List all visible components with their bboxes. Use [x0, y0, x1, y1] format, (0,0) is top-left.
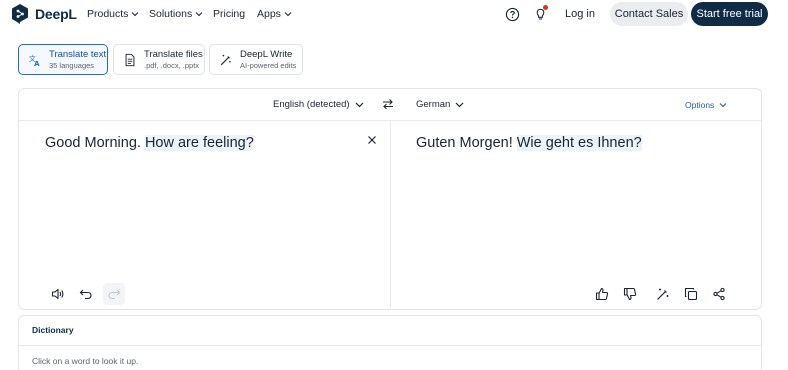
target-text-output[interactable]: Guten Morgen! Wie geht es Ihnen? — [416, 135, 642, 151]
redo-button[interactable] — [103, 283, 125, 305]
dictionary-title: Dictionary — [32, 325, 74, 335]
tab-deepl-write[interactable]: DeepL Write AI-powered edits — [209, 44, 303, 75]
nav-solutions-label: Solutions — [149, 8, 193, 20]
login-link[interactable]: Log in — [565, 8, 595, 20]
target-language-select[interactable]: German — [416, 99, 464, 110]
like-button[interactable] — [591, 283, 613, 305]
target-language-label: German — [416, 99, 451, 110]
chevron-down-icon — [355, 102, 364, 108]
share-button[interactable] — [708, 283, 730, 305]
tab-translate-files[interactable]: Translate files .pdf, .docx, .pptx — [113, 44, 205, 75]
nav-products[interactable]: Products — [87, 8, 139, 20]
options-button[interactable]: Options — [685, 100, 727, 110]
tips-button[interactable] — [532, 5, 548, 22]
dictionary-divider — [19, 345, 761, 346]
translator-panel: English (detected) German Options Good M… — [18, 88, 762, 310]
chevron-down-icon — [719, 103, 727, 108]
source-text-highlight: How are feeling? — [144, 135, 254, 151]
thumbs-up-icon — [595, 287, 609, 301]
options-label: Options — [685, 100, 715, 110]
tab-translate-files-subtitle: .pdf, .docx, .pptx — [144, 60, 200, 70]
chevron-down-icon — [132, 12, 139, 17]
target-text-plain: Guten Morgen! — [416, 135, 517, 151]
panel-divider — [390, 121, 391, 310]
copy-icon — [684, 287, 698, 301]
document-icon — [122, 52, 138, 68]
brand-name: DeepL — [35, 6, 77, 22]
nav-apps-label: Apps — [257, 8, 281, 20]
help-circle-icon — [505, 7, 519, 21]
tab-translate-text[interactable]: 文 A Translate text 35 languages — [18, 44, 108, 75]
help-button[interactable] — [504, 6, 520, 22]
svg-text:A: A — [34, 60, 40, 67]
source-language-select[interactable]: English (detected) — [273, 99, 364, 110]
swap-languages-icon[interactable] — [382, 98, 394, 110]
improve-writing-button[interactable] — [652, 283, 674, 305]
undo-button[interactable] — [75, 283, 97, 305]
start-free-trial-button[interactable]: Start free trial — [691, 2, 768, 26]
contact-sales-button[interactable]: Contact Sales — [610, 2, 688, 26]
top-nav: DeepL Products Solutions Pricing Apps Lo… — [0, 0, 788, 30]
copy-button[interactable] — [680, 283, 702, 305]
listen-source-button[interactable] — [47, 283, 69, 305]
tab-translate-text-subtitle: 35 languages — [49, 60, 95, 70]
dictionary-panel: Dictionary Click on a word to look it up… — [18, 315, 762, 370]
tab-deepl-write-subtitle: AI-powered edits — [240, 60, 297, 70]
nav-pricing-label: Pricing — [213, 8, 246, 20]
tab-translate-text-title: Translate text — [49, 48, 107, 60]
clear-text-icon[interactable] — [366, 134, 378, 146]
chevron-down-icon — [455, 102, 464, 108]
nav-pricing[interactable]: Pricing — [213, 8, 245, 20]
speaker-icon — [51, 288, 64, 300]
nav-apps[interactable]: Apps — [257, 8, 292, 20]
chevron-down-icon — [195, 12, 203, 17]
source-text-input[interactable]: Good Morning. How are feeling? — [45, 135, 254, 151]
translate-icon: 文 A — [27, 52, 43, 68]
nav-products-label: Products — [87, 8, 129, 20]
tab-translate-files-title: Translate files — [144, 48, 203, 60]
source-text-plain: Good Morning. — [45, 135, 145, 151]
magic-pen-icon — [657, 288, 669, 300]
nav-solutions[interactable]: Solutions — [149, 8, 203, 20]
tab-deepl-write-title: DeepL Write — [240, 48, 293, 60]
source-language-label: English (detected) — [273, 99, 350, 110]
thumbs-down-icon — [623, 287, 637, 301]
share-icon — [713, 287, 725, 301]
chevron-down-icon — [284, 12, 292, 17]
undo-icon — [79, 289, 92, 300]
language-bar: English (detected) German Options — [19, 89, 761, 121]
dictionary-hint: Click on a word to look it up. — [32, 356, 139, 366]
magic-pen-icon — [218, 52, 234, 68]
target-text-highlight: Wie geht es Ihnen? — [516, 135, 642, 151]
redo-icon — [108, 289, 121, 300]
deepl-logo[interactable]: DeepL — [11, 4, 77, 24]
dislike-button[interactable] — [619, 283, 641, 305]
notification-dot — [543, 5, 548, 10]
deepl-logo-icon — [12, 4, 28, 24]
